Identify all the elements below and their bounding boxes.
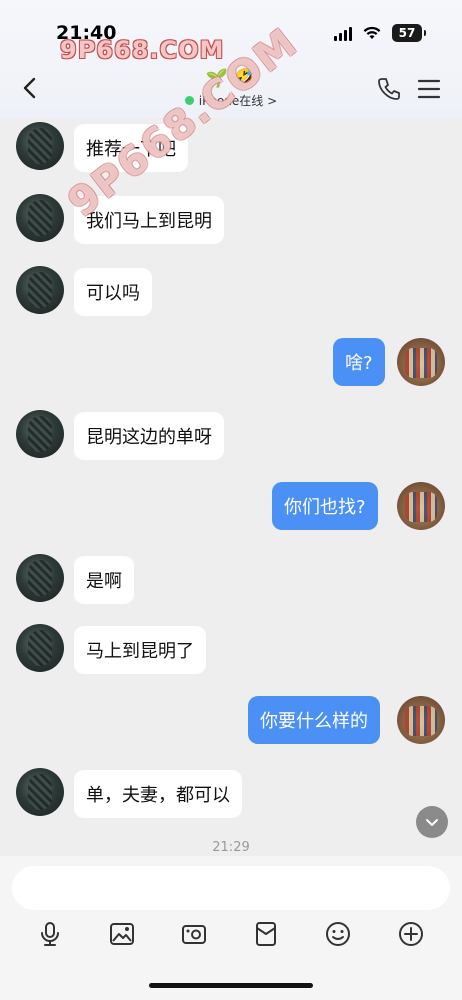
message-bubble[interactable]: 你要什么样的 xyxy=(248,696,380,744)
my-avatar[interactable] xyxy=(397,696,445,744)
more-button[interactable] xyxy=(391,914,431,954)
emoji-icon xyxy=(326,922,350,946)
composer-area xyxy=(0,856,462,1000)
image-icon xyxy=(110,923,134,945)
contact-avatar[interactable] xyxy=(16,624,64,672)
message-bubble[interactable]: 马上到昆明了 xyxy=(74,626,206,674)
menu-icon[interactable] xyxy=(416,76,442,102)
message-row: 是啊 xyxy=(0,554,462,604)
gallery-button[interactable] xyxy=(102,914,142,954)
watermark-logo: 9P668.COM xyxy=(60,36,225,64)
emoji-button[interactable] xyxy=(318,914,358,954)
contact-avatar[interactable] xyxy=(16,266,64,314)
message-row: 昆明这边的单呀 xyxy=(0,410,462,460)
system-icons: 57 xyxy=(334,24,426,42)
contact-avatar[interactable] xyxy=(16,410,64,458)
voice-button[interactable] xyxy=(30,914,70,954)
message-bubble[interactable]: 昆明这边的单呀 xyxy=(74,412,224,460)
gift-icon xyxy=(256,922,276,946)
message-bubble[interactable]: 可以吗 xyxy=(74,268,152,316)
message-row: 单，夫妻，都可以 xyxy=(0,768,462,818)
signal-icon xyxy=(334,25,352,41)
composer-toolbar xyxy=(0,914,462,954)
my-avatar[interactable] xyxy=(397,482,445,530)
message-row: 可以吗 xyxy=(0,266,462,316)
message-row: 啥? xyxy=(0,338,462,388)
message-row: 你们也找? xyxy=(0,482,462,532)
home-indicator xyxy=(149,983,313,988)
battery-icon: 57 xyxy=(392,24,426,42)
wifi-icon xyxy=(363,26,381,39)
contact-avatar[interactable] xyxy=(16,122,64,170)
camera-button[interactable] xyxy=(174,914,214,954)
message-row: 推荐一下吧 xyxy=(0,122,462,172)
message-bubble[interactable]: 是啊 xyxy=(74,556,134,604)
message-bubble[interactable]: 啥? xyxy=(333,338,385,386)
camera-icon xyxy=(182,925,206,944)
message-row: 你要什么样的 xyxy=(0,696,462,746)
plus-icon xyxy=(399,922,423,946)
contact-avatar[interactable] xyxy=(16,768,64,816)
microphone-icon xyxy=(41,922,59,946)
my-avatar[interactable] xyxy=(397,338,445,386)
message-input[interactable] xyxy=(12,866,450,910)
contact-avatar[interactable] xyxy=(16,194,64,242)
chevron-down-icon xyxy=(426,819,438,826)
message-bubble[interactable]: 你们也找? xyxy=(272,482,378,530)
red-packet-button[interactable] xyxy=(246,914,286,954)
phone-icon[interactable] xyxy=(376,76,402,102)
message-row: 马上到昆明了 xyxy=(0,624,462,674)
status-bar: 21:40 9P668.COM 57 xyxy=(0,0,462,64)
scroll-to-bottom-button[interactable] xyxy=(416,806,448,838)
message-bubble[interactable]: 单，夫妻，都可以 xyxy=(74,770,242,818)
contact-avatar[interactable] xyxy=(16,554,64,602)
message-timestamp: 21:29 xyxy=(212,840,250,855)
